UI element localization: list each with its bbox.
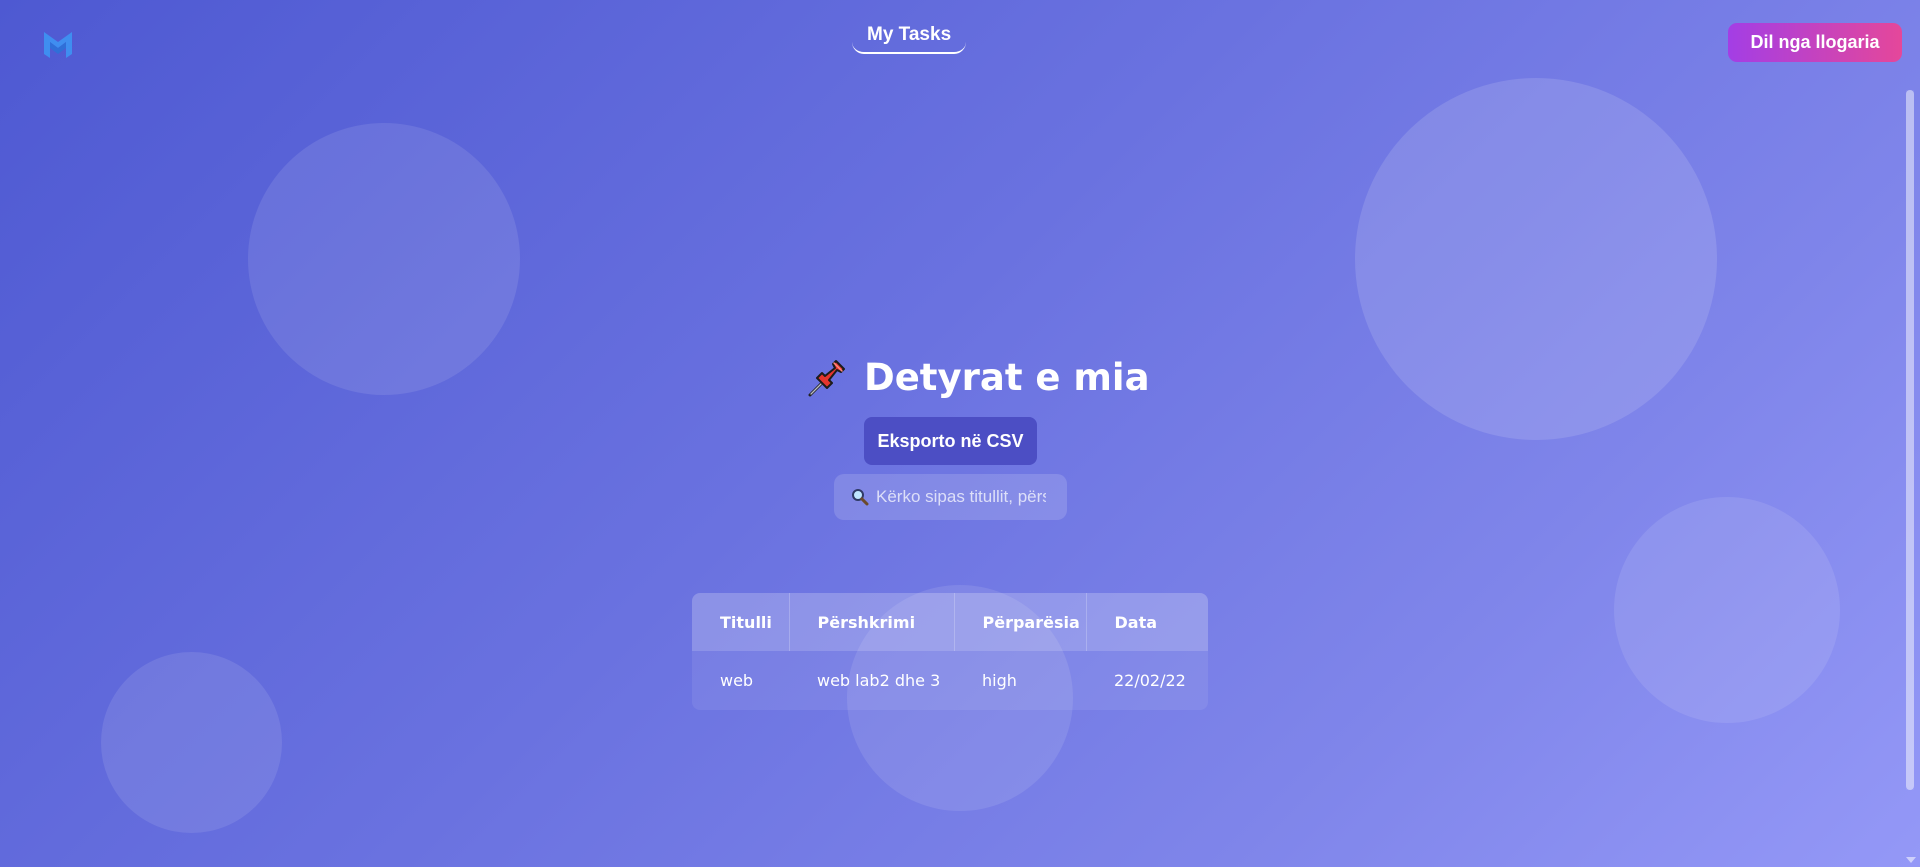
background-circle	[101, 652, 282, 833]
scroll-down-arrow-icon[interactable]	[1906, 857, 1916, 863]
column-header-description[interactable]: Përshkrimi	[789, 593, 955, 651]
column-header-title[interactable]: Titulli	[692, 593, 790, 651]
background-circle	[1614, 497, 1840, 723]
column-header-priority[interactable]: Përparësia	[954, 593, 1087, 651]
export-csv-button[interactable]: Eksporto në CSV	[864, 417, 1037, 465]
cell-date: 22/02/22	[1114, 671, 1186, 690]
m-logo-icon[interactable]	[42, 28, 74, 60]
cell-title: web	[720, 671, 754, 690]
pushpin-icon	[808, 360, 845, 397]
cell-description: web lab2 dhe 3	[817, 671, 941, 690]
scrollbar-thumb[interactable]	[1906, 90, 1914, 790]
table-header-row: Titulli Përshkrimi Përparësia Data	[692, 593, 1208, 651]
cell-priority: high	[982, 671, 1017, 690]
column-header-date[interactable]: Data	[1086, 593, 1208, 651]
table-row[interactable]: web web lab2 dhe 3 high 22/02/22	[692, 651, 1208, 710]
nav-link-my-tasks[interactable]: My Tasks	[852, 24, 967, 54]
search-box[interactable]	[834, 474, 1067, 520]
magnifier-icon	[852, 489, 869, 506]
page-heading: Detyrat e mia	[806, 352, 1150, 402]
scrollbar[interactable]	[1906, 90, 1914, 790]
tasks-table: Titulli Përshkrimi Përparësia Data web w…	[692, 593, 1208, 710]
page-title: Detyrat e mia	[864, 355, 1150, 399]
logout-button[interactable]: Dil nga llogaria	[1728, 23, 1902, 62]
search-input[interactable]	[876, 487, 1046, 507]
background-circle	[1355, 78, 1717, 440]
background-circle	[248, 123, 520, 395]
